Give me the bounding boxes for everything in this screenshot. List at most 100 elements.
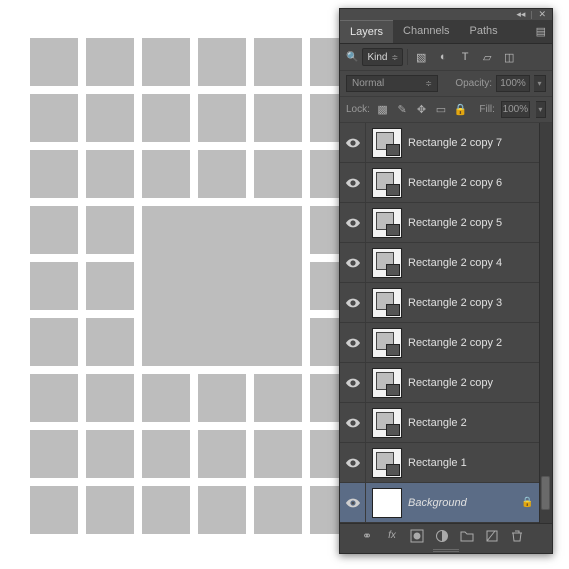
layer-name[interactable]: Rectangle 2 copy 2 (408, 337, 539, 349)
layer-thumbnail[interactable] (372, 288, 402, 318)
layer-thumbnail[interactable] (372, 488, 402, 518)
visibility-toggle[interactable] (340, 283, 366, 322)
layer-name[interactable]: Rectangle 1 (408, 457, 539, 469)
lock-move-icon[interactable]: ✥ (415, 103, 428, 117)
visibility-toggle[interactable] (340, 443, 366, 482)
grid-cell (142, 430, 190, 478)
visibility-toggle[interactable] (340, 363, 366, 402)
layer-row[interactable]: Rectangle 2 copy 6 (340, 163, 552, 203)
fill-label: Fill: (479, 104, 495, 115)
grid-cell (86, 94, 134, 142)
layer-thumbnail[interactable] (372, 408, 402, 438)
layer-thumbnail[interactable] (372, 168, 402, 198)
grid-cell (254, 374, 302, 422)
tab-layers[interactable]: Layers (340, 20, 393, 43)
layer-row[interactable]: Rectangle 2 copy (340, 363, 552, 403)
grid-cell (142, 150, 190, 198)
layer-name[interactable]: Rectangle 2 copy 6 (408, 177, 539, 189)
layer-name[interactable]: Background (408, 497, 521, 509)
panel-titlebar[interactable]: ◂◂ ✕ (340, 9, 552, 20)
layer-thumbnail[interactable] (372, 248, 402, 278)
grid-cell (254, 430, 302, 478)
group-icon[interactable] (456, 527, 478, 545)
filter-row: 🔍 Kind ≑ ▧ ◐ T ▱ ◫ (340, 44, 552, 71)
layer-row[interactable]: Rectangle 2 copy 7 (340, 123, 552, 163)
visibility-toggle[interactable] (340, 403, 366, 442)
layer-row[interactable]: Rectangle 1 (340, 443, 552, 483)
link-icon[interactable]: ⚭ (356, 527, 378, 545)
layer-row[interactable]: Rectangle 2 (340, 403, 552, 443)
filter-shape-icon[interactable]: ▱ (478, 49, 496, 65)
visibility-toggle[interactable] (340, 203, 366, 242)
new-icon[interactable] (481, 527, 503, 545)
opacity-label: Opacity: (455, 78, 492, 89)
trash-icon[interactable] (506, 527, 528, 545)
collapse-icon[interactable]: ◂◂ (516, 10, 525, 19)
visibility-toggle[interactable] (340, 123, 366, 162)
filter-adjust-icon[interactable]: ◐ (434, 49, 452, 65)
close-icon[interactable]: ✕ (538, 10, 546, 19)
lock-artboard-icon[interactable]: ▭ (434, 103, 447, 117)
opacity-flyout-icon[interactable]: ▾ (534, 75, 546, 92)
grid-cell (30, 374, 78, 422)
layer-list[interactable]: Rectangle 2 copy 7 Rectangle 2 copy 6 Rect… (340, 123, 552, 523)
layer-name[interactable]: Rectangle 2 copy 5 (408, 217, 539, 229)
blend-mode-dropdown[interactable]: Normal ≑ (346, 75, 438, 92)
filter-image-icon[interactable]: ▧ (412, 49, 430, 65)
layer-name[interactable]: Rectangle 2 (408, 417, 539, 429)
search-icon[interactable]: 🔍 (346, 52, 358, 63)
grid-cell (30, 150, 78, 198)
grid-cell (86, 318, 134, 366)
grid-cell (30, 38, 78, 86)
layer-row[interactable]: Rectangle 2 copy 4 (340, 243, 552, 283)
opacity-value[interactable]: 100% (496, 75, 530, 92)
filter-kind-dropdown[interactable]: Kind ≑ (362, 48, 403, 66)
layer-thumbnail[interactable] (372, 208, 402, 238)
visibility-toggle[interactable] (340, 163, 366, 202)
layer-thumbnail[interactable] (372, 328, 402, 358)
layers-panel[interactable]: ◂◂ ✕ Layers Channels Paths ▤ 🔍 Kind ≑ ▧ … (339, 8, 553, 554)
fill-value[interactable]: 100% (501, 101, 530, 118)
lock-label: Lock: (346, 104, 370, 115)
fx-icon[interactable]: fx (381, 527, 403, 545)
grid-cell (30, 206, 78, 254)
panel-menu-icon[interactable]: ▤ (530, 20, 552, 43)
layer-name[interactable]: Rectangle 2 copy 4 (408, 257, 539, 269)
fill-flyout-icon[interactable]: ▾ (536, 101, 546, 118)
visibility-toggle[interactable] (340, 483, 366, 522)
layer-name[interactable]: Rectangle 2 copy 7 (408, 137, 539, 149)
scroll-thumb[interactable] (541, 476, 550, 510)
layer-row[interactable]: Rectangle 2 copy 3 (340, 283, 552, 323)
dropdown-arrow-icon: ≑ (391, 53, 398, 62)
grid-cell (30, 318, 78, 366)
visibility-toggle[interactable] (340, 243, 366, 282)
grid-cell (86, 262, 134, 310)
resize-grip[interactable] (340, 547, 552, 553)
layer-row[interactable]: Rectangle 2 copy 2 (340, 323, 552, 363)
tab-paths[interactable]: Paths (460, 20, 508, 43)
scrollbar[interactable] (539, 123, 552, 523)
filter-smart-icon[interactable]: ◫ (500, 49, 518, 65)
layer-thumbnail[interactable] (372, 448, 402, 478)
grid-cell (86, 486, 134, 534)
lock-all-icon[interactable]: 🔒 (454, 103, 468, 117)
grid-cell (86, 374, 134, 422)
panel-footer: ⚭ fx (340, 523, 552, 547)
layer-thumbnail[interactable] (372, 128, 402, 158)
adjustment-icon[interactable] (431, 527, 453, 545)
layer-name[interactable]: Rectangle 2 copy (408, 377, 539, 389)
grid-cell (142, 374, 190, 422)
filter-type-icon[interactable]: T (456, 49, 474, 65)
layer-name[interactable]: Rectangle 2 copy 3 (408, 297, 539, 309)
mask-icon[interactable] (406, 527, 428, 545)
grid-cell (86, 150, 134, 198)
layer-row[interactable]: Rectangle 2 copy 5 (340, 203, 552, 243)
panel-tabs: Layers Channels Paths ▤ (340, 20, 552, 44)
grid-cell (198, 486, 246, 534)
visibility-toggle[interactable] (340, 323, 366, 362)
layer-thumbnail[interactable] (372, 368, 402, 398)
tab-channels[interactable]: Channels (393, 20, 459, 43)
lock-pixels-icon[interactable]: ▩ (376, 103, 389, 117)
lock-brush-icon[interactable]: ✎ (395, 103, 408, 117)
layer-row[interactable]: Background🔒 (340, 483, 552, 523)
